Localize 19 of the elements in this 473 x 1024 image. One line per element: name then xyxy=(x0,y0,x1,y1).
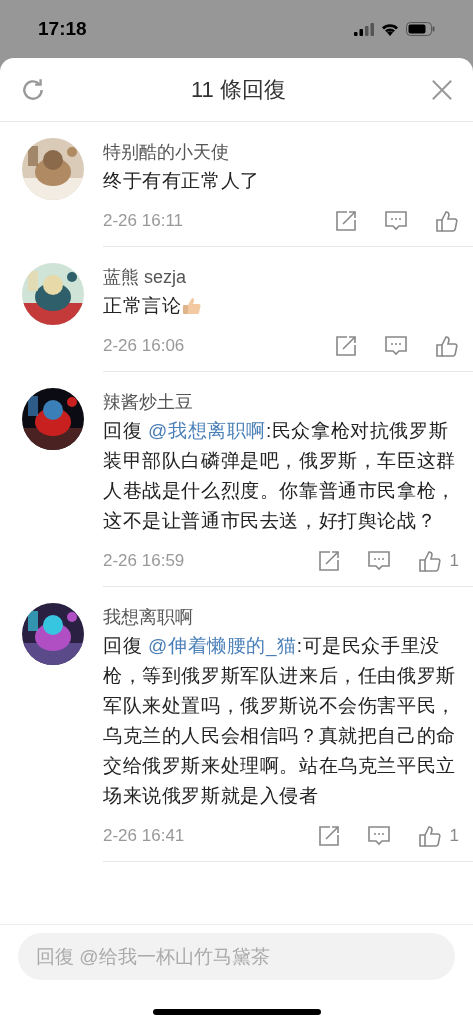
mention-link[interactable]: @伸着懒腰的_猫 xyxy=(148,635,297,656)
timestamp: 2-26 16:06 xyxy=(103,335,186,358)
timestamp: 2-26 16:11 xyxy=(103,210,185,233)
comment-text: 回復 @伸着懒腰的_猫:可是民众手里没枪，等到俄罗斯军队进来后，任由俄罗斯军队来处置吗，俄罗斯说不会伤害平民，乌克兰的人民会相信吗？真就把自己的命交给俄罗斯来处理啊。站在乌克兰平民立场来说俄罗斯就是入侵者 xyxy=(103,634,457,808)
username[interactable]: 蓝熊 sezja xyxy=(103,263,459,291)
reply-field[interactable]: 回復 @给我一杯山竹马黛茶 xyxy=(18,933,455,980)
comment-text: 终于有有正常人了 xyxy=(103,169,261,193)
comment-text: 回復 @我想离职啊:民众拿枪对抗俄罗斯装甲部队白磷弹是吧，俄罗斯，车臣这群人巷战是什么烈度。你靠普通市民拿枪，这不是让普通市民去送，好打舆论战？ xyxy=(103,419,457,533)
comment-text: 正常言论 xyxy=(103,294,182,318)
timestamp: 2-26 16:41 xyxy=(103,825,186,848)
username[interactable]: 我想离职啊 xyxy=(103,603,459,631)
mention-link[interactable]: @我想离职啊 xyxy=(148,420,266,441)
username[interactable]: 特别酷的小天使 xyxy=(103,138,459,166)
timestamp: 2-26 16:59 xyxy=(103,550,186,573)
like-count: 1 xyxy=(449,825,459,848)
sheet-title: 11 條回復 xyxy=(191,76,286,104)
status-time: 17:18 xyxy=(38,16,87,41)
username[interactable]: 辣酱炒土豆 xyxy=(103,388,459,416)
like-count: 1 xyxy=(449,550,459,573)
